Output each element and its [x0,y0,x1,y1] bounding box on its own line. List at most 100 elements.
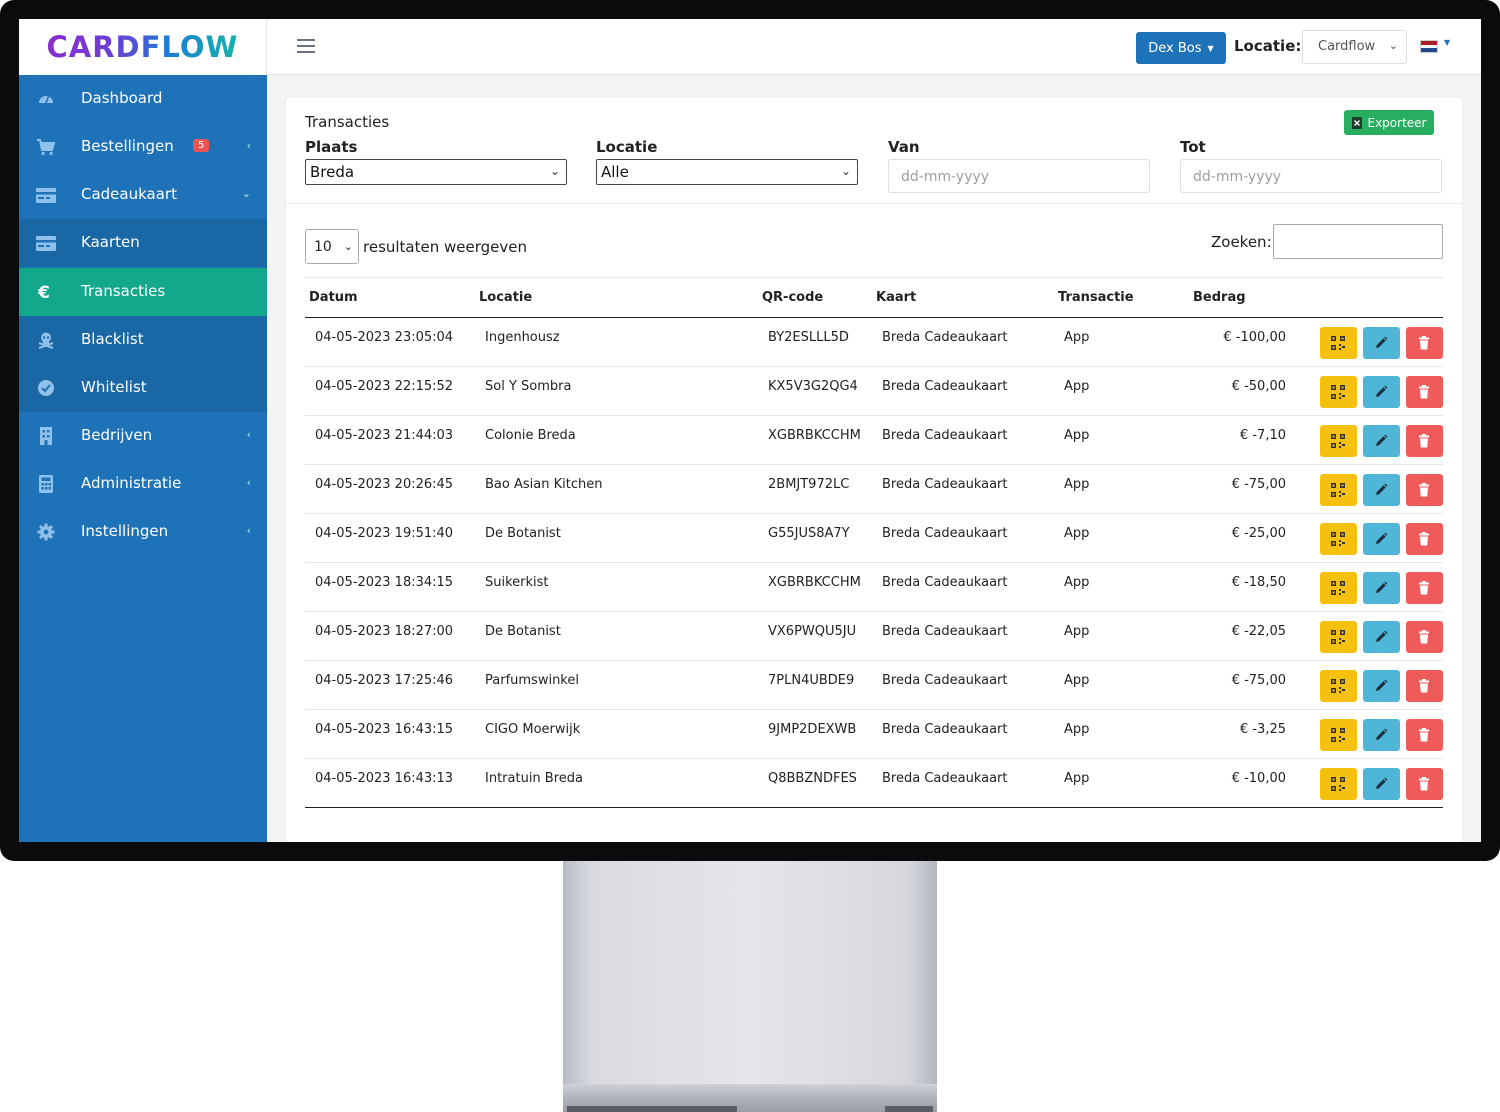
cell-bedrag: € -75,00 [1189,660,1292,710]
qr-code-button[interactable] [1320,768,1357,800]
edit-button[interactable] [1363,572,1400,604]
cell-datum: 04-05-2023 22:15:52 [305,366,475,416]
sidebar-item-transacties[interactable]: € Transacties [19,268,267,316]
search-input[interactable] [1273,224,1443,259]
qr-code-icon [1331,532,1345,546]
plaats-select-value: Breda [310,163,355,181]
table-header-row: Datum Locatie QR-code Kaart Transactie Bedrag [305,277,1443,318]
cell-bedrag: € -18,50 [1189,562,1292,612]
sidebar-item-instellingen[interactable]: Instellingen ‹ [19,508,267,556]
qr-code-button[interactable] [1320,670,1357,702]
edit-button[interactable] [1363,621,1400,653]
qr-code-button[interactable] [1320,572,1357,604]
delete-button[interactable] [1406,670,1443,702]
card-icon [36,233,56,253]
row-actions [1292,562,1443,612]
building-icon [36,426,56,446]
sidebar-item-cadeaukaart[interactable]: Cadeaukaart ⌄ [19,171,267,219]
pencil-icon [1376,728,1388,740]
delete-button[interactable] [1406,572,1443,604]
chevron-left-icon: ‹ [246,428,251,441]
qr-code-button[interactable] [1320,719,1357,751]
edit-button[interactable] [1363,670,1400,702]
plaats-select[interactable]: Breda ⌄ [305,159,567,185]
van-date-input[interactable]: dd-mm-yyyy [888,159,1150,193]
page-length-value: 10 [314,239,332,255]
cell-datum: 04-05-2023 21:44:03 [305,415,475,465]
calculator-icon [36,474,56,494]
cell-datum: 04-05-2023 23:05:04 [305,317,475,367]
delete-button[interactable] [1406,474,1443,506]
location-select[interactable]: Cardflow ⌄ [1302,30,1407,64]
qr-code-button[interactable] [1320,425,1357,457]
delete-button[interactable] [1406,719,1443,751]
column-header-qr-code[interactable]: QR-code [758,277,872,318]
qr-code-button[interactable] [1320,474,1357,506]
locatie-select[interactable]: Alle ⌄ [596,159,858,185]
row-actions [1292,317,1443,367]
qr-code-button[interactable] [1320,376,1357,408]
column-header-bedrag[interactable]: Bedrag [1189,277,1292,318]
divider [286,203,1462,204]
column-header-locatie[interactable]: Locatie [475,277,758,318]
row-actions [1292,758,1443,808]
sidebar-item-dashboard[interactable]: Dashboard [19,75,267,123]
locatie-select-value: Alle [601,163,629,181]
delete-button[interactable] [1406,425,1443,457]
delete-button[interactable] [1406,768,1443,800]
caret-down-icon[interactable]: ▼ [1444,38,1450,47]
sidebar-item-administratie[interactable]: Administratie ‹ [19,460,267,508]
edit-button[interactable] [1363,425,1400,457]
cell-kaart: Breda Cadeaukaart [872,611,1054,661]
sidebar-item-label: Blacklist [81,330,144,348]
menu-toggle-icon[interactable] [297,39,315,53]
delete-button[interactable] [1406,523,1443,555]
cell-bedrag: € -25,00 [1189,513,1292,563]
delete-button[interactable] [1406,327,1443,359]
nl-flag-icon[interactable] [1420,40,1438,53]
plaats-label: Plaats [305,138,358,156]
delete-button[interactable] [1406,376,1443,408]
transactions-card: Transacties Exporteer Plaats Breda ⌄ Loc… [286,98,1462,842]
brand-logo[interactable]: CARDFLOW [19,19,267,75]
sidebar-item-blacklist[interactable]: Blacklist [19,316,267,364]
table-row: 04-05-2023 20:26:45 Bao Asian Kitchen 2BMJ… [305,464,1443,514]
chevron-left-icon: ‹ [246,524,251,537]
sidebar-item-whitelist[interactable]: Whitelist [19,364,267,412]
qr-code-button[interactable] [1320,327,1357,359]
delete-button[interactable] [1406,621,1443,653]
edit-button[interactable] [1363,719,1400,751]
cell-bedrag: € -100,00 [1189,317,1292,367]
gauge-icon [36,89,56,109]
column-header-kaart[interactable]: Kaart [872,277,1054,318]
cell-locatie: Colonie Breda [475,415,758,465]
screen: CARDFLOW Dashboard Bestellingen 5 ‹ Cadeauka… [19,19,1481,842]
sidebar-item-kaarten[interactable]: Kaarten [19,219,267,267]
qr-code-button[interactable] [1320,621,1357,653]
edit-button[interactable] [1363,474,1400,506]
chevron-left-icon: ‹ [246,476,251,489]
column-header-transactie[interactable]: Transactie [1054,277,1189,318]
edit-button[interactable] [1363,376,1400,408]
page-length-label: resultaten weergeven [363,238,528,256]
export-button[interactable]: Exporteer [1344,110,1434,135]
cell-qr-code: 2BMJT972LC [758,464,872,514]
row-actions [1292,513,1443,563]
cell-qr-code: 7PLN4UBDE9 [758,660,872,710]
edit-button[interactable] [1363,327,1400,359]
cell-transactie: App [1054,709,1189,759]
trash-icon [1419,777,1429,791]
table-row: 04-05-2023 16:43:13 Intratuin Breda Q8BBZN… [305,758,1443,808]
column-header-datum[interactable]: Datum [305,277,475,318]
edit-button[interactable] [1363,523,1400,555]
cell-bedrag: € -7,10 [1189,415,1292,465]
qr-code-icon [1331,483,1345,497]
sidebar-item-bestellingen[interactable]: Bestellingen 5 ‹ [19,123,267,171]
qr-code-button[interactable] [1320,523,1357,555]
user-menu-button[interactable]: Dex Bos ▼ [1136,32,1226,64]
tot-date-input[interactable]: dd-mm-yyyy [1180,159,1442,193]
page-length-select[interactable]: 10 ⌄ [305,229,359,264]
cell-datum: 04-05-2023 18:27:00 [305,611,475,661]
sidebar-item-bedrijven[interactable]: Bedrijven ‹ [19,412,267,460]
edit-button[interactable] [1363,768,1400,800]
